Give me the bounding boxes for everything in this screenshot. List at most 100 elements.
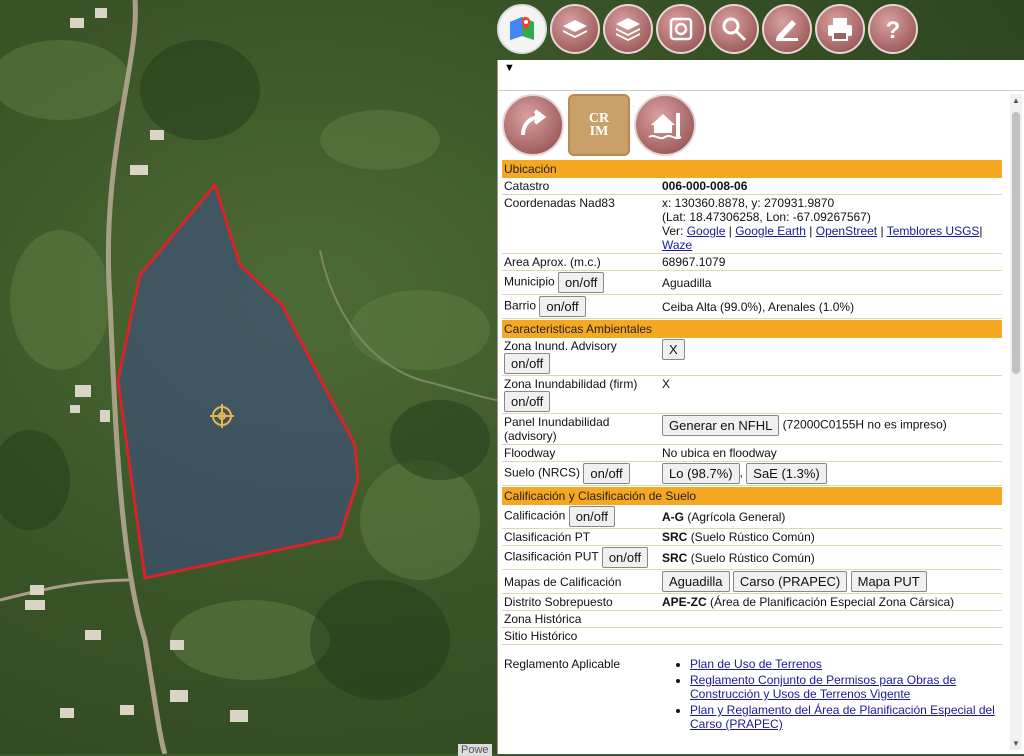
barrio-onoff-button[interactable]: on/off: [539, 296, 586, 317]
mapa-put-button[interactable]: Mapa PUT: [850, 571, 927, 592]
clasif-pt-label: Clasificación PT: [504, 530, 591, 544]
clasif-put-onoff-button[interactable]: on/off: [601, 547, 649, 568]
row-zona-firm: Zona Inundabilidad (firm) on/off X: [502, 376, 1002, 414]
coords-latlon: (Lat: 18.47306258, Lon: -67.09267567): [662, 210, 871, 224]
list-item: Plan y Reglamento del Área de Planificac…: [690, 703, 1002, 731]
row-barrio: Barrio on/off Ceiba Alta (99.0%), Arenal…: [502, 295, 1002, 319]
suelo-onoff-button[interactable]: on/off: [583, 463, 630, 484]
clasif-pt-desc: (Suelo Rústico Común): [690, 530, 815, 544]
row-municipio: Municipio on/off Aguadilla: [502, 271, 1002, 295]
zona-adv-onoff-button[interactable]: on/off: [504, 353, 551, 374]
panel-inund-value: (72000C0155H no es impreso): [782, 417, 947, 432]
scroll-up-icon[interactable]: ▲: [1012, 96, 1020, 105]
row-clasif-put: Clasificación PUT on/off SRC (Suelo Rúst…: [502, 546, 1002, 570]
link-google-earth[interactable]: Google Earth: [735, 224, 806, 238]
catastro-label: Catastro: [504, 179, 550, 193]
zona-adv-label: Zona Inund. Advisory: [504, 339, 617, 353]
coords-xy: x: 130360.8878, y: 270931.9870: [662, 196, 835, 210]
distrito-code: APE-ZC: [662, 595, 707, 609]
link-waze[interactable]: Waze: [662, 238, 692, 252]
calif-label: Calificación: [504, 508, 566, 523]
row-coordenadas: Coordenadas Nad83 x: 130360.8878, y: 270…: [502, 195, 1002, 254]
zona-firm-onoff-button[interactable]: on/off: [504, 391, 551, 412]
link-google[interactable]: Google: [687, 224, 726, 238]
suelo-label: Suelo (NRCS): [504, 465, 581, 480]
zona-hist-label: Zona Histórica: [504, 612, 582, 626]
collapse-arrow-icon[interactable]: ▼: [504, 62, 515, 74]
help-icon[interactable]: ?: [868, 4, 918, 54]
row-reglamento: Reglamento Aplicable Plan de Uso de Terr…: [502, 645, 1002, 734]
zona-firm-value: X: [662, 377, 671, 391]
barrio-label: Barrio: [504, 298, 537, 313]
search-icon[interactable]: [709, 4, 759, 54]
calif-desc: (Agrícola General): [687, 509, 786, 524]
row-floodway: Floodway No ubica en floodway: [502, 445, 1002, 462]
reglamento-label: Reglamento Aplicable: [504, 657, 621, 671]
row-mapas: Mapas de Calificación Aguadilla Carso (P…: [502, 570, 1002, 594]
row-clasif-pt: Clasificación PT SRC (Suelo Rústico Comú…: [502, 529, 1002, 546]
zona-adv-x-button[interactable]: X: [662, 339, 685, 360]
clasif-pt-code: SRC: [662, 530, 688, 544]
reglamento-link[interactable]: Plan y Reglamento del Área de Planificac…: [690, 703, 995, 731]
row-catastro: Catastro 006-000-008-06: [502, 178, 1002, 195]
geocode-icon[interactable]: [656, 4, 706, 54]
municipio-label: Municipio: [504, 274, 555, 289]
print-icon[interactable]: [815, 4, 865, 54]
info-panel: ▼ ▲ ▼ CR IM Ubicación Catastro 006-000-0…: [497, 60, 1024, 754]
reglamento-link[interactable]: Plan de Uso de Terrenos: [690, 657, 822, 671]
municipio-value: Aguadilla: [662, 275, 712, 290]
scrollbar-thumb[interactable]: [1012, 112, 1020, 374]
panel-header: ▼: [498, 60, 1024, 91]
clasif-put-code: SRC: [662, 550, 688, 565]
link-temblores-usgs[interactable]: Temblores USGS: [887, 224, 980, 238]
panel-scrollbar[interactable]: ▲ ▼: [1010, 94, 1022, 750]
calif-onoff-button[interactable]: on/off: [568, 506, 615, 527]
flood-house-icon[interactable]: [634, 94, 696, 156]
ver-label: Ver:: [662, 224, 684, 238]
panel-action-icons: CR IM: [502, 92, 1002, 158]
sitio-hist-label: Sitio Histórico: [504, 629, 578, 643]
row-distrito: Distrito Sobrepuesto APE-ZC (Área de Pla…: [502, 594, 1002, 611]
section-ubicacion: Ubicación: [502, 160, 1002, 178]
generar-nfhl-button[interactable]: Generar en NFHL: [662, 415, 780, 436]
area-label: Area Aprox. (m.c.): [504, 255, 601, 269]
row-sitio-historico: Sitio Histórico: [502, 628, 1002, 645]
section-calificacion: Calificación y Clasificación de Suelo: [502, 487, 1002, 505]
row-calificacion: Calificación on/off A-G (Agrícola Genera…: [502, 505, 1002, 529]
panel-inund-label: Panel Inundabilidad (advisory): [504, 415, 610, 443]
zona-firm-label: Zona Inundabilidad (firm): [504, 377, 638, 391]
share-link-icon[interactable]: [502, 94, 564, 156]
suelo-lo-button[interactable]: Lo (98.7%): [662, 463, 740, 484]
clasif-put-desc: (Suelo Rústico Común): [690, 550, 815, 565]
google-maps-icon[interactable]: [497, 4, 547, 54]
mapa-aguadilla-button[interactable]: Aguadilla: [662, 571, 730, 592]
distrito-label: Distrito Sobrepuesto: [504, 595, 613, 609]
draw-measure-icon[interactable]: [762, 4, 812, 54]
row-zona-advisory: Zona Inund. Advisory on/off X: [502, 338, 1002, 376]
barrio-value: Ceiba Alta (99.0%), Arenales (1.0%): [662, 299, 855, 314]
row-suelo: Suelo (NRCS) on/off Lo (98.7%), SaE (1.3…: [502, 462, 1002, 486]
catastro-value: 006-000-008-06: [662, 179, 748, 193]
suelo-sae-button[interactable]: SaE (1.3%): [746, 463, 827, 484]
section-ambientales: Caracteristicas Ambientales: [502, 320, 1002, 338]
clasif-put-label: Clasificación PUT: [504, 549, 599, 564]
mapas-label: Mapas de Calificación: [504, 574, 622, 589]
municipio-onoff-button[interactable]: on/off: [558, 272, 605, 293]
basemap-layers-icon[interactable]: [603, 4, 653, 54]
link-openstreet[interactable]: OpenStreet: [816, 224, 877, 238]
row-area: Area Aprox. (m.c.) 68967.1079: [502, 254, 1002, 271]
scroll-down-icon[interactable]: ▼: [1012, 739, 1020, 748]
floodway-label: Floodway: [504, 446, 556, 460]
panel-content: CR IM Ubicación Catastro 006-000-008-06 …: [502, 92, 1002, 734]
layers-icon[interactable]: [550, 4, 600, 54]
reglamento-link[interactable]: Reglamento Conjunto de Permisos para Obr…: [690, 673, 956, 701]
row-panel-inundabilidad: Panel Inundabilidad (advisory) Generar e…: [502, 414, 1002, 445]
svg-text:?: ?: [886, 17, 901, 44]
reglamento-list: Plan de Uso de Terrenos Reglamento Conju…: [662, 657, 1002, 731]
mapa-carso-button[interactable]: Carso (PRAPEC): [732, 571, 848, 592]
crim-logo-icon[interactable]: CR IM: [568, 94, 630, 156]
map-toolbar: ?: [497, 4, 918, 56]
area-value: 68967.1079: [662, 255, 726, 269]
distrito-desc: (Área de Planificación Especial Zona Cár…: [710, 595, 955, 609]
row-zona-historica: Zona Histórica: [502, 611, 1002, 628]
